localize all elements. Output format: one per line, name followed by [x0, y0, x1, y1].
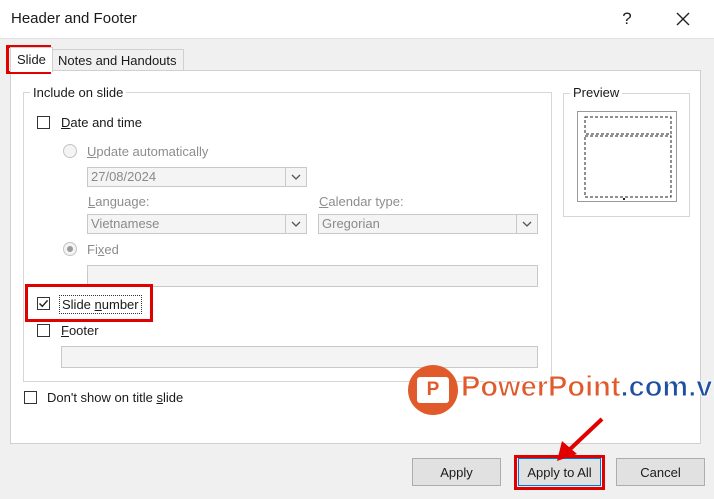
fixed-label: Fixed — [87, 242, 119, 257]
include-on-slide-group — [23, 92, 552, 382]
header-footer-dialog: Header and Footer ? Slide Notes and Hand… — [0, 0, 714, 499]
language-label: Language: — [88, 194, 150, 209]
language-select[interactable]: Vietnamese — [87, 214, 307, 234]
calendar-type-label: Calendar type: — [319, 194, 404, 209]
calendar-type-value: Gregorian — [322, 216, 380, 231]
tab-slide-label: Slide — [17, 52, 46, 67]
dont-show-title-slide-checkbox[interactable] — [24, 391, 37, 404]
chevron-down-icon — [522, 221, 532, 227]
calendar-type-dropdown-button[interactable] — [516, 215, 537, 233]
slide-preview — [577, 111, 677, 202]
date-format-dropdown-button[interactable] — [285, 168, 306, 186]
date-time-label: Date and time — [61, 115, 142, 130]
cancel-button[interactable]: Cancel — [616, 458, 705, 486]
tab-notes-handouts-label: Notes and Handouts — [58, 53, 177, 68]
date-time-checkbox[interactable] — [37, 116, 50, 129]
title-bar: Header and Footer ? — [0, 0, 714, 38]
close-button[interactable] — [668, 6, 698, 32]
footer-label: Footer — [61, 323, 99, 338]
language-value: Vietnamese — [91, 216, 160, 231]
chevron-down-icon — [291, 221, 301, 227]
dont-show-title-slide-label: Don't show on title slide — [47, 390, 184, 405]
tab-slide[interactable]: Slide — [10, 47, 53, 72]
chevron-down-icon — [291, 174, 301, 180]
radio-selected-dot — [67, 246, 73, 252]
update-automatically-label: Update automatically — [87, 144, 209, 159]
calendar-type-select[interactable]: Gregorian — [318, 214, 538, 234]
slide-number-label: Slide number — [59, 295, 142, 314]
include-on-slide-legend: Include on slide — [30, 85, 127, 100]
date-format-select[interactable]: 27/08/2024 — [87, 167, 307, 187]
dialog-title: Header and Footer — [11, 10, 137, 27]
slide-number-checkbox[interactable] — [37, 297, 50, 310]
preview-legend: Preview — [570, 85, 623, 100]
update-automatically-radio[interactable] — [63, 144, 77, 158]
help-button[interactable]: ? — [612, 6, 642, 32]
language-dropdown-button[interactable] — [285, 215, 306, 233]
annotation-arrow-icon — [557, 417, 604, 461]
footer-checkbox[interactable] — [37, 324, 50, 337]
watermark-text: PowerPoint.com.vn — [461, 371, 714, 404]
close-icon — [676, 12, 690, 26]
slide-layout-preview-icon — [584, 116, 672, 200]
fixed-radio[interactable] — [63, 242, 77, 256]
tab-notes-handouts[interactable]: Notes and Handouts — [51, 49, 184, 71]
footer-text-input[interactable] — [61, 346, 538, 368]
fixed-date-input[interactable] — [87, 265, 538, 287]
apply-button[interactable]: Apply — [412, 458, 501, 486]
date-format-value: 27/08/2024 — [91, 169, 157, 184]
logo-letter: P — [417, 377, 449, 403]
powerpoint-logo-icon: P — [408, 365, 458, 415]
checkmark-icon — [39, 299, 49, 308]
